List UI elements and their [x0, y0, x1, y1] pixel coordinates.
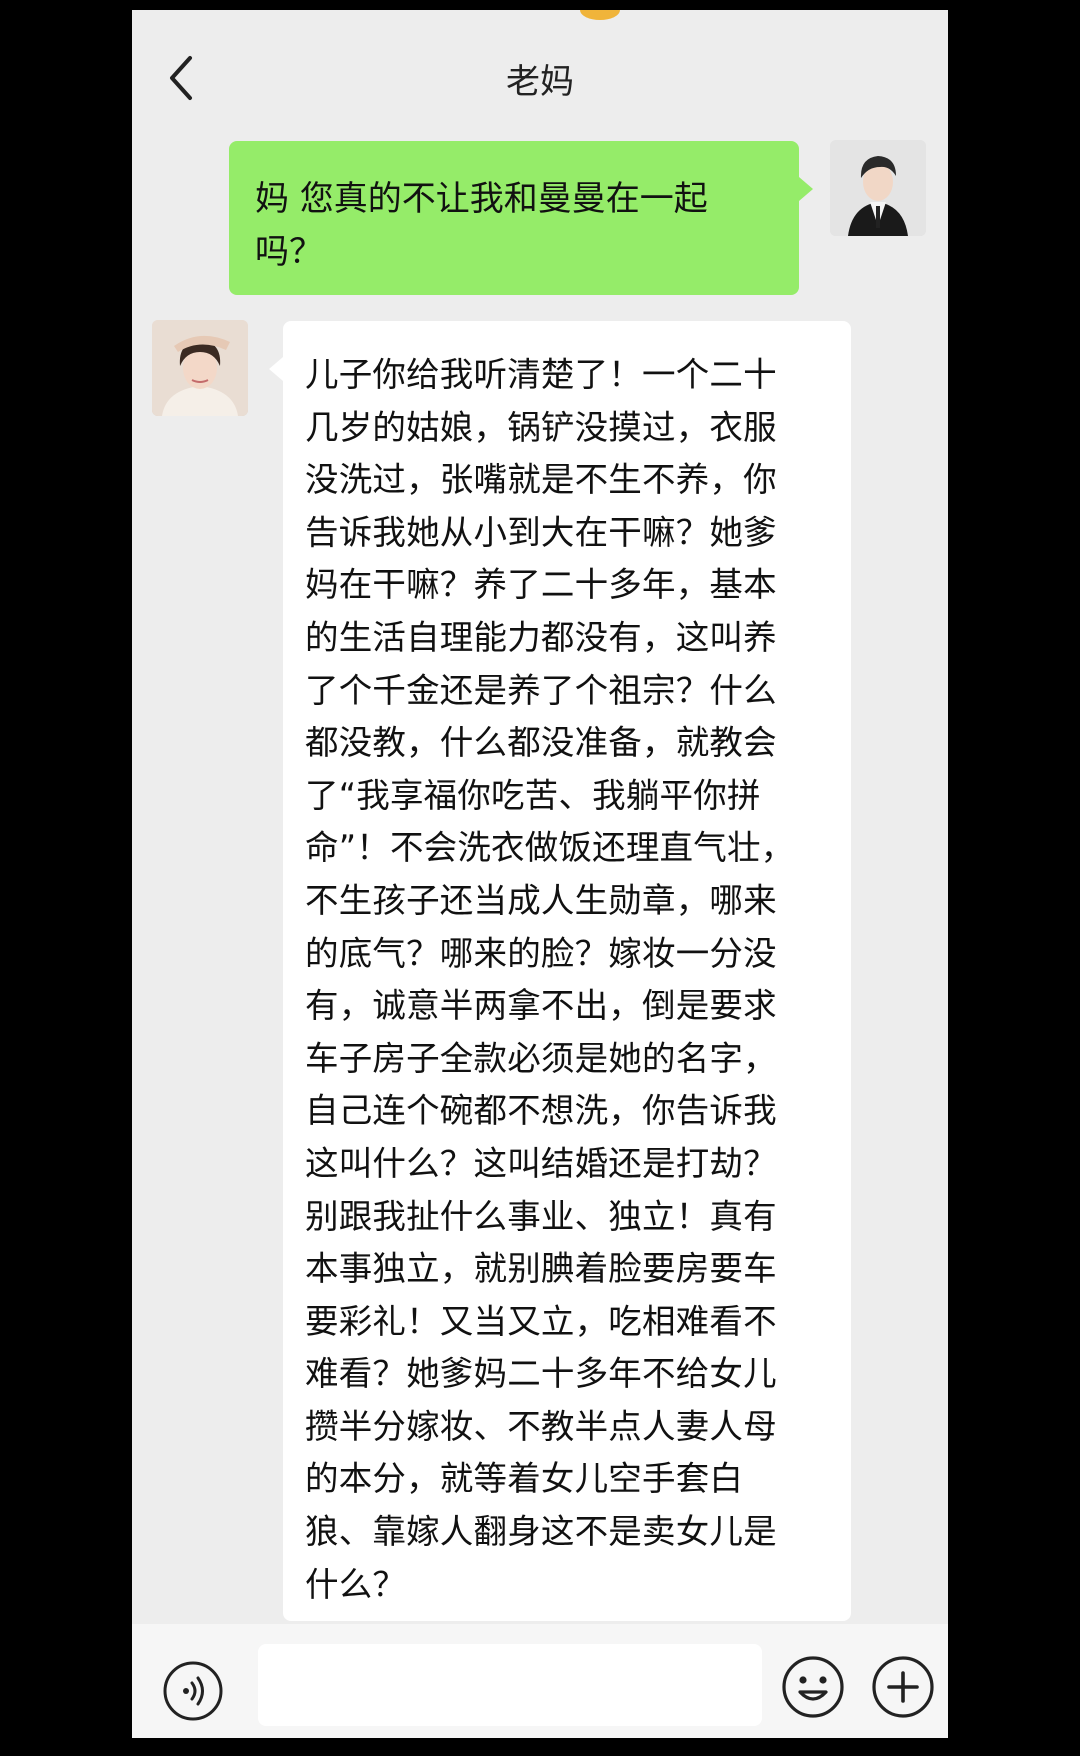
- message-line: 自己连个碗都不想洗，你告诉我: [305, 1091, 777, 1131]
- message-line: 车子房子全款必须是她的名字，: [305, 1038, 777, 1078]
- chat-title: 老妈: [506, 62, 574, 102]
- voice-icon: [163, 1661, 223, 1721]
- plus-icon: [872, 1656, 934, 1718]
- message-input[interactable]: [258, 1644, 762, 1726]
- message-line: 几岁的姑娘，锅铲没摸过，衣服: [305, 407, 777, 447]
- chat-screen: 老妈 妈 您真的不让我和曼曼在一起 吗？ 儿子你给我听清楚了！一个二十 几岁的姑…: [132, 10, 948, 1738]
- message-line: 没洗过，张嘴就是不生不养，你: [305, 460, 777, 500]
- message-line: 这叫什么？这叫结婚还是打劫？: [305, 1143, 777, 1183]
- message-bubble-outgoing[interactable]: 妈 您真的不让我和曼曼在一起 吗？: [229, 141, 813, 295]
- message-line: 要彩礼！又当又立，吃相难看不: [305, 1301, 777, 1341]
- message-line: 攒半分嫁妆、不教半点人妻人母: [305, 1406, 777, 1446]
- message-line: 狼、靠嫁人翻身这不是卖女儿是: [305, 1512, 777, 1552]
- input-bar: [132, 1624, 948, 1738]
- message-bubble-incoming[interactable]: 儿子你给我听清楚了！一个二十 几岁的姑娘，锅铲没摸过，衣服 没洗过，张嘴就是不生…: [269, 321, 851, 1621]
- message-line: 妈在干嘛？养了二十多年，基本: [305, 565, 777, 605]
- message-line: 有，诚意半两拿不出，倒是要求: [305, 986, 777, 1026]
- message-line: 都没教，什么都没准备，就教会: [305, 723, 777, 763]
- message-line: 了“我享福你吃苦、我躺平你拼: [305, 775, 761, 815]
- message-line: 吗？: [255, 232, 323, 272]
- chat-header: 老妈: [132, 10, 948, 128]
- emoji-button[interactable]: [780, 1654, 846, 1720]
- avatar-mom[interactable]: [152, 320, 248, 416]
- avatar-mom-icon: [152, 320, 248, 416]
- message-line: 的底气？哪来的脸？嫁妆一分没: [305, 933, 777, 973]
- message-line: 的生活自理能力都没有，这叫养: [305, 617, 777, 657]
- emoji-icon: [782, 1656, 844, 1718]
- message-line: 什么？: [305, 1564, 407, 1604]
- avatar-son-icon: [830, 140, 926, 236]
- message-line: 告诉我她从小到大在干嘛？她爹: [305, 512, 777, 552]
- plus-button[interactable]: [870, 1654, 936, 1720]
- message-line: 妈 您真的不让我和曼曼在一起: [255, 179, 708, 219]
- avatar-son[interactable]: [830, 140, 926, 236]
- message-line: 命”！不会洗衣做饭还理直气壮，: [305, 828, 795, 868]
- message-line: 儿子你给我听清楚了！一个二十: [305, 355, 777, 394]
- message-line: 难看？她爹妈二十多年不给女儿: [305, 1354, 777, 1394]
- message-line: 别跟我扯什么事业、独立！真有: [305, 1196, 777, 1236]
- message-line: 了个千金还是养了个祖宗？什么: [305, 670, 777, 710]
- message-line: 不生孩子还当成人生勋章，哪来: [305, 880, 777, 920]
- voice-button[interactable]: [162, 1660, 224, 1722]
- message-line: 本事独立，就别腆着脸要房要车: [305, 1249, 777, 1289]
- message-line: 的本分，就等着女儿空手套白: [305, 1459, 744, 1499]
